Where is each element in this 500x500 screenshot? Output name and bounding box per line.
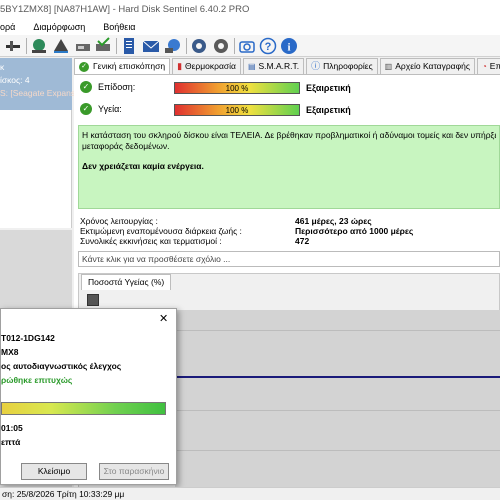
status-message-line2: μεταφοράς δεδομένων. <box>82 141 170 151</box>
tab-label: Αρχείο Καταγραφής <box>395 61 470 71</box>
uptime-row: Χρόνος λειτουργίας : 461 μέρες, 23 ώρες <box>80 216 372 226</box>
dialog-serial: MX8 <box>1 347 19 357</box>
check-icon: ✓ <box>80 103 92 115</box>
info-icon[interactable]: i <box>280 37 298 55</box>
tab-information[interactable]: ⓘ Πληροφορίες <box>306 58 378 74</box>
dialog-test-result: ρώθηκε επιτυχώς <box>1 375 73 385</box>
tab-log[interactable]: ▥ Αρχείο Καταγραφής <box>379 58 475 74</box>
menu-bar: ορά Διαμόρφωση Βοήθεια <box>0 20 500 35</box>
disk-globe-icon[interactable] <box>30 37 48 55</box>
health-row: ✓ Υγεία: <box>80 103 122 115</box>
tab-label: Θερμοκρασία <box>185 61 236 71</box>
toolbar-separator <box>116 38 117 54</box>
disk-item-line: κ <box>0 62 5 72</box>
tab-label: Πληροφορίες <box>323 61 373 71</box>
startstop-label: Συνολικές εκκινήσεις και τερματισμοί : <box>80 236 222 246</box>
comment-field[interactable]: Κάντε κλικ για να προσθέσετε σχόλιο ... <box>78 251 500 267</box>
tab-label: Επιδ <box>489 61 500 71</box>
gear-icon[interactable] <box>190 37 208 55</box>
dialog-model: T012-1DG142 <box>1 333 55 343</box>
health-series-line <box>175 376 500 378</box>
startstop-value: 472 <box>295 236 310 246</box>
toolbar-separator <box>186 38 187 54</box>
health-percent: 100 % <box>225 106 249 115</box>
check-icon: ✓ <box>80 81 92 93</box>
log-icon: ▥ <box>384 62 393 71</box>
disk-list: κ ίσκος: 4 S: [Seagate Expansio <box>0 58 82 228</box>
refresh-icon[interactable] <box>4 37 22 55</box>
performance-row: ✓ Επίδοση: <box>80 81 135 93</box>
health-status: Εξαιρετική <box>306 105 351 115</box>
disk-list-item[interactable]: κ ίσκος: 4 S: [Seagate Expansio <box>0 58 82 110</box>
status-action: Δεν χρειάζεται καμία ενέργεια. <box>82 161 204 171</box>
info-icon: ⓘ <box>311 61 321 71</box>
health-label: Υγεία: <box>98 104 122 114</box>
help-icon[interactable]: ? <box>259 37 277 55</box>
settings-gear-icon[interactable] <box>212 37 230 55</box>
status-message-box: Η κατάσταση του σκληρού δίσκου είναι ΤΕΛ… <box>78 125 500 209</box>
status-message-line1: Η κατάσταση του σκληρού δίσκου είναι ΤΕΛ… <box>82 130 496 140</box>
performance-bar: 100 % <box>174 82 300 94</box>
disk-item-model: S: [Seagate Expansio <box>0 88 82 98</box>
tab-performance[interactable]: ◔ Επιδ <box>476 58 500 74</box>
disk-item-number: ίσκος: 4 <box>0 75 30 85</box>
report-icon[interactable] <box>120 37 138 55</box>
close-button[interactable]: Κλείσιμο <box>21 463 87 480</box>
background-button[interactable]: Στο παρασκήνιο <box>99 463 169 480</box>
tab-label: S.M.A.R.T. <box>258 61 300 71</box>
uptime-label: Χρόνος λειτουργίας : <box>80 216 158 226</box>
disk-icon[interactable] <box>74 37 92 55</box>
performance-label: Επίδοση: <box>98 82 136 92</box>
self-test-dialog: ✕ T012-1DG142 MX8 ος αυτοδιαγνωστικός έλ… <box>0 308 177 485</box>
grid-line <box>175 450 500 451</box>
dialog-progress-bar <box>1 402 166 415</box>
status-bar: ση: 25/8/2026 Τρίτη 10:33:29 μμ <box>0 487 500 500</box>
toolbar-separator <box>26 38 27 54</box>
dialog-test-name: ος αυτοδιαγνωστικός έλεγχος <box>1 361 122 371</box>
health-bar: 100 % <box>174 104 300 116</box>
close-icon[interactable]: ✕ <box>159 312 168 325</box>
tab-bar: ✓ Γενική επισκόπηση ▮ Θερμοκρασία ▤ S.M.… <box>74 58 500 74</box>
disk-check-icon[interactable] <box>94 37 112 55</box>
toolbar-separator <box>234 38 235 54</box>
tab-label: Γενική επισκόπηση <box>93 61 166 71</box>
menu-item-report[interactable]: ορά <box>0 20 15 35</box>
startstop-row: Συνολικές εκκινήσεις και τερματισμοί : 4… <box>80 236 309 246</box>
performance-percent: 100 % <box>225 84 249 93</box>
camera-icon[interactable] <box>238 37 256 55</box>
window-title: 5BY1ZMX8] [NA87H1AW] - Hard Disk Sentine… <box>0 4 250 15</box>
svg-text:i: i <box>287 42 290 54</box>
menu-item-configuration[interactable]: Διαμόρφωση <box>33 20 85 35</box>
lifetime-row: Εκτιμώμενη εναπομένουσα διάρκεια ζωής : … <box>80 226 413 236</box>
network-icon[interactable] <box>164 37 182 55</box>
tab-overview[interactable]: ✓ Γενική επισκόπηση <box>74 58 171 74</box>
lifetime-label: Εκτιμώμενη εναπομένουσα διάρκεια ζωής : <box>80 226 242 236</box>
disk-tool-icon[interactable] <box>52 37 70 55</box>
mail-icon[interactable] <box>142 37 160 55</box>
tab-health-graph[interactable]: Ποσοστά Υγείας (%) <box>81 274 172 290</box>
title-bar: 5BY1ZMX8] [NA87H1AW] - Hard Disk Sentine… <box>0 0 500 20</box>
dialog-minutes: επτά <box>1 437 21 447</box>
dialog-time: 01:05 <box>1 423 23 433</box>
thermometer-icon: ▮ <box>177 61 183 71</box>
svg-text:?: ? <box>265 41 272 53</box>
lifetime-value: Περισσότερο από 1000 μέρες <box>295 226 414 236</box>
performance-status: Εξαιρετική <box>306 83 351 93</box>
status-text: ση: 25/8/2026 Τρίτη 10:33:29 μμ <box>2 489 125 499</box>
menu-item-help[interactable]: Βοήθεια <box>103 20 135 35</box>
health-graph <box>175 310 500 488</box>
tab-temperature[interactable]: ▮ Θερμοκρασία <box>172 58 241 74</box>
tab-smart[interactable]: ▤ S.M.A.R.T. <box>242 58 305 74</box>
smart-icon: ▤ <box>247 62 256 71</box>
grid-line <box>175 410 500 411</box>
uptime-value: 461 μέρες, 23 ώρες <box>295 216 372 226</box>
save-icon[interactable] <box>87 294 99 306</box>
check-icon: ✓ <box>79 61 89 72</box>
performance-icon: ◔ <box>481 62 487 71</box>
toolbar: ? i <box>0 35 500 57</box>
grid-line <box>175 330 500 331</box>
